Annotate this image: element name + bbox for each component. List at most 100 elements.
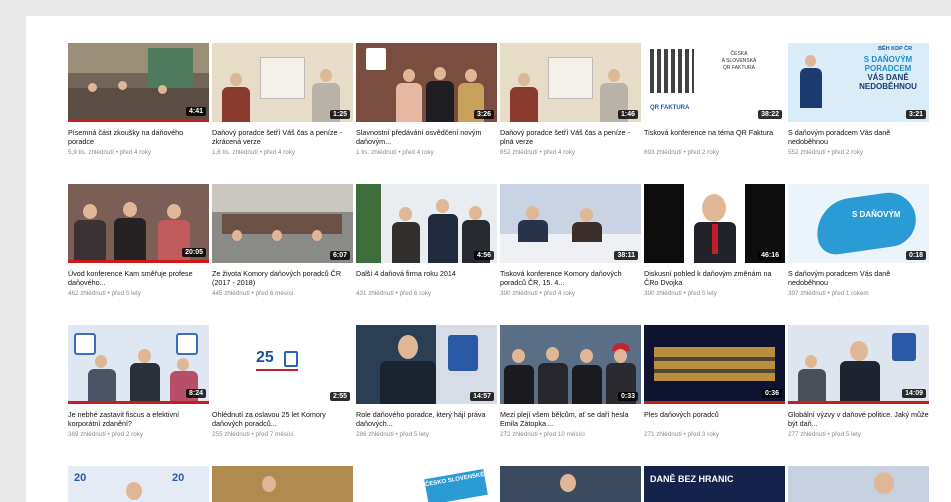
video-thumbnail[interactable] [212,466,353,502]
video-thumbnail[interactable]: 38:11 [500,184,641,263]
video-duration: 1:46 [617,110,638,119]
video-title[interactable]: Slavnostní předávání osvědčení novým daň… [356,128,497,146]
video-thumbnail[interactable]: ČESKO SLOVENSKÉ [356,466,497,502]
video-card[interactable]: 4:56 Další 4 daňová firma roku 2014 431 zh… [356,184,497,297]
video-title[interactable]: Ples daňových poradců [644,410,785,428]
video-thumbnail[interactable]: DANĚ BEZ HRANIC [644,466,785,502]
video-card[interactable]: S DAŇOVÝM 0:18 S daňovým poradcem Vás daně… [788,184,929,297]
video-title[interactable]: S daňovým poradcem Vás daně nedoběhnou [788,128,929,146]
video-duration: 6:07 [329,251,350,260]
video-meta: 552 zhlédnutí • před 2 roky [788,149,864,156]
video-title[interactable]: Úvod konference Kam směřuje profese daňo… [68,269,209,287]
video-card[interactable]: 0:33 Mezi plejí všem bělcům, ať se daří h… [500,325,641,438]
video-card[interactable]: ČESKO SLOVENSKÉ [356,466,497,502]
video-thumbnail[interactable]: S DAŇOVÝM 0:18 [788,184,929,263]
video-title[interactable]: Ze života Komory daňových poradců ČR (20… [212,269,353,287]
video-thumbnail[interactable] [788,466,929,502]
video-meta: 431 zhlédnutí • před 6 roky [356,290,432,297]
video-card[interactable] [212,466,353,502]
video-thumbnail[interactable]: 3:26 [356,43,497,122]
video-card[interactable]: BĚH KDP ČR S DAŇOVÝM PORADCEM VÁS DANĚ NEDO… [788,43,929,156]
video-title[interactable]: Globální výzvy v daňové politice. Jaký m… [788,410,929,428]
video-title[interactable]: Role daňového poradce, který hájí práva … [356,410,497,428]
video-card[interactable]: 38:11 Tisková konference Komory daňových … [500,184,641,297]
video-card[interactable]: 20:05 Úvod konference Kam směřuje profese… [68,184,209,297]
video-duration: 4:41 [185,107,206,116]
video-title[interactable]: Je nebhé zastavit fiscus a efektivní kor… [68,410,209,428]
video-thumbnail[interactable]: 1:46 [500,43,641,122]
video-title[interactable]: Mezi plejí všem bělcům, ať se daří hesla… [500,410,641,428]
logo-text: 20 [74,472,87,484]
video-card[interactable] [500,466,641,502]
video-title[interactable]: Tisková konference Komory daňových porad… [500,269,641,287]
video-thumbnail[interactable]: 1:25 [212,43,353,122]
video-card[interactable]: 25 2:55 Ohlédnutí za oslavou 25 let Komor… [212,325,353,438]
video-card[interactable]: 46:16 Diskusní pohled k daňovým změnám na… [644,184,785,297]
video-card[interactable]: 20 20 [68,466,209,502]
video-card[interactable]: 1:25 Daňový poradce šetří Váš čas a peníz… [212,43,353,156]
video-card[interactable]: DANĚ BEZ HRANIC [644,466,785,502]
video-thumbnail[interactable] [500,466,641,502]
video-card[interactable]: 6:07 Ze života Komory daňových poradců ČR… [212,184,353,297]
video-title[interactable]: S daňovým poradcem Vás daně nedoběhnou [788,269,929,287]
video-thumbnail[interactable]: 4:56 [356,184,497,263]
video-thumbnail[interactable]: 20 20 [68,466,209,502]
video-thumbnail[interactable]: 0:33 [500,325,641,404]
video-thumbnail[interactable]: 6:07 [212,184,353,263]
video-thumbnail[interactable]: 46:16 [644,184,785,263]
video-meta: 5,9 tis. zhlédnutí • před 4 roky [68,149,152,156]
video-duration: 0:33 [617,392,638,401]
video-card[interactable]: 0:36 Ples daňových poradců 271 zhlédnutí •… [644,325,785,438]
video-meta: 445 zhlédnutí • před 6 měsíci [212,290,294,297]
watch-progress-bar [68,260,209,263]
watch-progress-bar [644,401,785,404]
video-title[interactable]: Tisková konference na téma QR Faktura [644,128,785,146]
video-meta: 390 zhlédnutí • před 5 lety [644,290,717,297]
video-duration: 8:24 [185,389,206,398]
video-meta: 369 zhlédnutí • před 2 roky [68,431,144,438]
video-title[interactable]: Ohlédnutí za oslavou 25 let Komory daňov… [212,410,353,428]
video-title[interactable]: Písemná část zkoušky na daňového poradce [68,128,209,146]
video-card[interactable]: 14:09 Globální výzvy v daňové politice. J… [788,325,929,438]
video-thumbnail[interactable]: ČESKÁ A SLOVENSKÁ QR FAKTURA QR FAKTURA 38:… [644,43,785,122]
video-thumbnail[interactable]: 20:05 [68,184,209,263]
video-card[interactable]: ČESKÁ A SLOVENSKÁ QR FAKTURA QR FAKTURA 38:… [644,43,785,156]
video-meta: 272 zhlédnutí • před 10 měsíci [500,431,585,438]
video-title[interactable]: Diskusní pohled k daňovým změnám na ČRo … [644,269,785,287]
video-card[interactable]: 8:24 Je nebhé zastavit fiscus a efektivní… [68,325,209,438]
video-duration: 46:16 [758,251,782,260]
video-card[interactable]: 14:57 Role daňového poradce, který hájí p… [356,325,497,438]
video-duration: 1:25 [329,110,350,119]
video-meta: 397 zhlédnutí • před 1 rokem [788,290,869,297]
video-duration: 14:57 [470,392,494,401]
video-card[interactable]: 3:26 Slavnostní předávání osvědčení novým… [356,43,497,156]
video-duration: 20:05 [182,248,206,257]
video-meta: 255 zhlédnutí • před 7 měsíci [212,431,294,438]
video-duration: 38:22 [758,110,782,119]
video-thumbnail[interactable]: 25 2:55 [212,325,353,404]
video-duration: 0:18 [905,251,926,260]
video-thumbnail[interactable]: 14:57 [356,325,497,404]
video-title[interactable]: Další 4 daňová firma roku 2014 [356,269,497,287]
logo-text: 20 [172,472,185,484]
video-meta: 1,6 tis. zhlédnutí • před 4 roky [212,149,296,156]
video-meta: 277 zhlédnutí • před 5 lety [788,431,861,438]
video-title[interactable]: Daňový poradce šetří Váš čas a peníze - … [500,128,641,146]
video-duration: 3:26 [473,110,494,119]
video-duration: 38:11 [614,251,638,260]
video-thumbnail[interactable]: 14:09 [788,325,929,404]
watch-progress-bar [788,401,929,404]
video-thumbnail[interactable]: 8:24 [68,325,209,404]
video-thumbnail[interactable]: BĚH KDP ČR S DAŇOVÝM PORADCEM VÁS DANĚ NEDO… [788,43,929,122]
video-title[interactable]: Daňový poradce šetří Váš čas a peníze - … [212,128,353,146]
video-card[interactable]: 1:46 Daňový poradce šetří Váš čas a peníz… [500,43,641,156]
video-duration: 3:21 [905,110,926,119]
video-thumbnail[interactable]: 0:36 [644,325,785,404]
video-thumbnail[interactable]: 4:41 [68,43,209,122]
video-card[interactable] [788,466,929,502]
video-meta: 852 zhlédnutí • před 4 roky [500,149,576,156]
thumb-banner-text: DANĚ BEZ HRANIC [650,474,734,484]
video-meta: 462 zhlédnutí • před 5 lety [68,290,141,297]
video-card[interactable]: 4:41 Písemná část zkoušky na daňového por… [68,43,209,156]
video-meta: 1 tis. zhlédnutí • před 4 roky [356,149,434,156]
